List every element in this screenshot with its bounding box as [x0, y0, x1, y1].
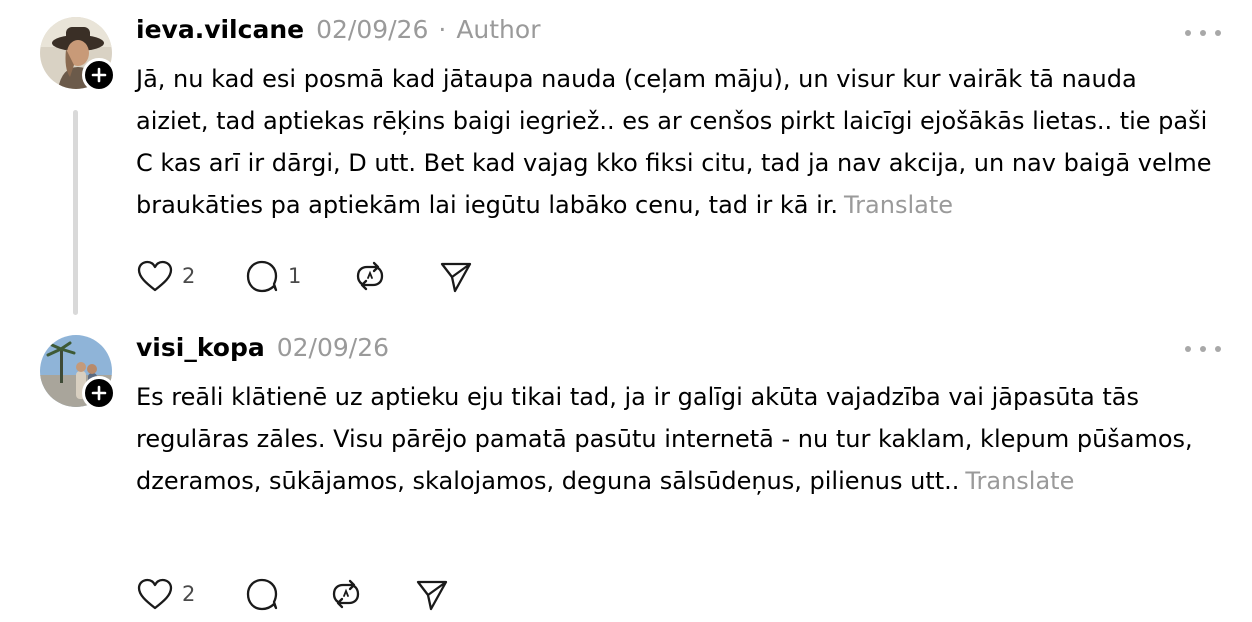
- repost-button[interactable]: [352, 256, 438, 296]
- share-button[interactable]: [414, 574, 450, 614]
- post-body: Es reāli klātienē uz aptieku eju tikai t…: [136, 376, 1196, 502]
- meta-separator: ·: [438, 15, 447, 44]
- repost-icon: [356, 261, 384, 291]
- translate-link[interactable]: Translate: [965, 467, 1074, 495]
- repost-button[interactable]: [328, 574, 414, 614]
- share-button[interactable]: [438, 256, 474, 296]
- translate-link[interactable]: Translate: [844, 191, 953, 219]
- username[interactable]: ieva.vilcane: [136, 15, 304, 44]
- more-icon[interactable]: [1185, 339, 1221, 359]
- thread-post: ieva.vilcane 02/09/26 · Author Jā, nu ka…: [0, 0, 1252, 318]
- follow-plus-icon[interactable]: [82, 58, 116, 92]
- share-icon: [440, 262, 472, 293]
- heart-icon: [137, 578, 173, 610]
- action-bar: 2: [136, 574, 450, 614]
- avatar-container: [40, 335, 116, 410]
- post-body: Jā, nu kad esi posmā kad jātaupa nauda (…: [136, 58, 1216, 226]
- post-header: visi_kopa 02/09/26: [136, 333, 389, 371]
- more-icon[interactable]: [1185, 23, 1221, 43]
- comment-icon: [246, 578, 278, 611]
- username[interactable]: visi_kopa: [136, 333, 265, 362]
- like-count: 2: [182, 264, 196, 288]
- like-count: 2: [182, 582, 196, 606]
- author-tag: Author: [456, 15, 541, 44]
- share-icon: [416, 580, 448, 611]
- reply-count: 1: [288, 264, 302, 288]
- action-bar: 2 1: [136, 256, 474, 296]
- reply-button[interactable]: [244, 574, 328, 614]
- post-date[interactable]: 02/09/26: [277, 333, 389, 362]
- heart-icon: [137, 260, 173, 292]
- thread-post: visi_kopa 02/09/26 Es reāli klātienē uz …: [0, 318, 1252, 622]
- repost-icon: [332, 579, 360, 609]
- reply-button[interactable]: 1: [244, 256, 352, 296]
- thread-connector-line: [73, 110, 78, 315]
- post-date[interactable]: 02/09/26: [316, 15, 428, 44]
- post-header: ieva.vilcane 02/09/26 · Author: [136, 15, 540, 53]
- comment-icon: [246, 260, 278, 293]
- follow-plus-icon[interactable]: [82, 376, 116, 410]
- avatar-container: [40, 17, 116, 92]
- post-text: Jā, nu kad esi posmā kad jātaupa nauda (…: [136, 65, 1212, 219]
- like-button[interactable]: 2: [136, 574, 244, 614]
- like-button[interactable]: 2: [136, 256, 244, 296]
